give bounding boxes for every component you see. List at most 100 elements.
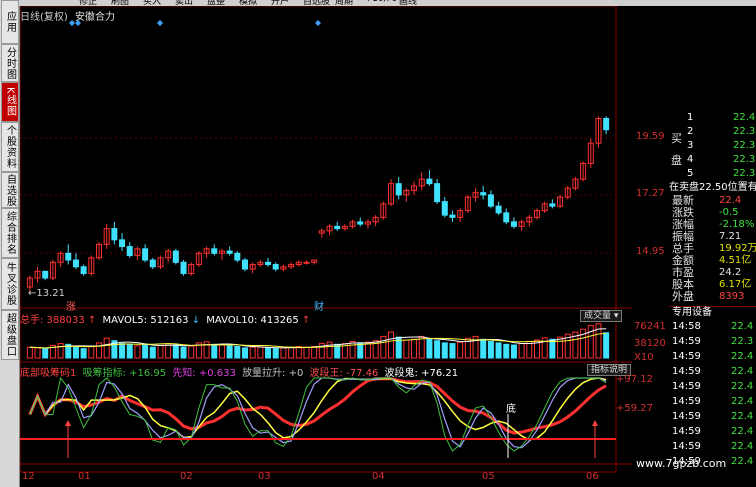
date-axis-label: 01 [78, 471, 91, 482]
tick-row: 14:59 22.4 [669, 396, 756, 407]
date-axis-label: 02 [180, 471, 193, 482]
indicator-item: 吸筹指标: +16.95 [82, 368, 167, 379]
date-axis-label: 04 [372, 471, 385, 482]
up-arrow-icon [65, 420, 71, 426]
tick-row: 14:59 22.4 [669, 381, 756, 392]
buy-level: 4 [687, 154, 694, 165]
volume-bar [242, 347, 248, 359]
tick-time: 14:59 [672, 396, 701, 407]
tick-price: 22.4 [731, 351, 754, 362]
signal-diamond-icon [315, 20, 321, 26]
sidebar-tab[interactable]: 分时图 [1, 44, 19, 82]
cai-marker: 财 [314, 302, 324, 313]
sidebar-tab[interactable]: 超级盘口 [1, 310, 19, 360]
tick-row: 14:59 22.4 [669, 426, 756, 437]
volume-bar [418, 335, 425, 359]
tick-price: 22.3 [731, 336, 754, 347]
volume-bar [265, 347, 272, 359]
stat-row: 金额 4.51亿 [669, 255, 756, 266]
arrow-up-icon: ↑ [301, 315, 311, 326]
volume-bar [449, 343, 456, 359]
volume-bar [119, 343, 126, 359]
up-arrow-icon [592, 420, 598, 426]
indicator-header: 底部吸筹码1 吸筹指标: +16.95 先知: +0.633 放量拉升: +0 … [20, 364, 458, 379]
volume-bar [549, 338, 556, 359]
candle-body [226, 250, 233, 254]
candle-body [495, 205, 502, 214]
chart-svg [20, 6, 632, 473]
candle-body [72, 259, 79, 268]
stat-key: 总手 [672, 242, 694, 255]
volume-bar [126, 344, 133, 359]
volume-type-label: 成交量 [584, 311, 612, 321]
tick-row: 14:59 22.4 [669, 411, 756, 422]
candle-body [80, 266, 87, 275]
price-axis-label: 14.95 [636, 246, 665, 257]
volume-bar [311, 345, 318, 359]
stat-value: 4.51亿 [719, 255, 752, 266]
volume-axis-label: 38120 [634, 338, 666, 349]
stat-value: -2.18% [719, 219, 755, 230]
sidebar-tab[interactable]: 综合排名 [1, 208, 19, 258]
volume-bar [557, 336, 564, 359]
candle-body [42, 270, 49, 279]
stat-key: 振幅 [672, 230, 694, 243]
volume-bar [103, 337, 110, 359]
volume-bar [518, 343, 525, 359]
volume-bar [434, 340, 441, 359]
stat-value: 8393 [719, 291, 745, 302]
candle-body [126, 246, 133, 257]
buy-price: 22.3 [733, 140, 756, 151]
buy-price: 22.3 [733, 126, 756, 137]
top-menu-item[interactable]: F10/F9 [367, 0, 398, 4]
stat-value: -0.5 [719, 207, 739, 218]
indicator-item: 波段鬼: +76.21 [384, 368, 459, 379]
sidebar-tab[interactable]: 自选股 [1, 172, 19, 208]
volume-bar [226, 345, 233, 359]
kline-chart-area[interactable]: 日线(复权) 安徽合力 19.59 17.27 14.95 ←13.21 涨 财… [20, 6, 666, 482]
indicator-name: 底部吸筹码1 [20, 368, 77, 379]
tick-price: 22.4 [731, 381, 754, 392]
volume-bar [142, 343, 149, 359]
indicator-item: 先知: +0.633 [172, 368, 236, 379]
mavol10: MAVOL10: 413265 [206, 315, 299, 326]
candle-body [272, 264, 279, 270]
volume-bar [57, 343, 64, 359]
date-axis-label: 06 [586, 471, 599, 482]
tick-time: 14:59 [672, 381, 701, 392]
volume-bar [426, 338, 433, 359]
sidebar-tab[interactable]: 个股资料 [1, 122, 19, 172]
stat-key: 涨幅 [672, 218, 694, 231]
stat-key: 金额 [672, 254, 694, 267]
volume-bar [72, 346, 79, 359]
signal-diamond-icon [157, 20, 163, 26]
candle-body [480, 192, 487, 196]
candle-body [441, 201, 448, 216]
tick-time: 14:58 [672, 321, 701, 332]
stat-value: 7.21 [719, 231, 742, 242]
price-axis-label: 17.27 [636, 188, 665, 199]
tick-time: 14:59 [672, 366, 701, 377]
volume-bar [280, 347, 287, 359]
candle-body [211, 248, 218, 254]
candle-body [119, 239, 126, 248]
tick-row: 14:59 22.4 [669, 366, 756, 377]
volume-bar [88, 345, 95, 359]
stat-value: 19.92万 [719, 243, 756, 254]
volume-axis-label: 76241 [634, 321, 666, 332]
candle-body [603, 117, 610, 131]
sidebar-tab[interactable]: 牛叉诊股 [1, 258, 19, 310]
sidebar-tab[interactable]: 应用 [1, 0, 19, 44]
sidebar-tab[interactable]: K线图 [1, 82, 19, 122]
volume-bar [234, 345, 241, 359]
volume-bar [457, 341, 464, 359]
sidebar: 应用 分时图 K线图 个股资料 自选股 综合排名 牛叉诊股 超级盘口 [0, 0, 20, 487]
volume-bar [603, 332, 610, 359]
volume-bar [587, 325, 594, 359]
volume-type-button[interactable]: 成交量 ▾ [580, 310, 623, 322]
volume-bar [211, 343, 218, 359]
volume-bar [495, 342, 502, 359]
tick-time: 14:59 [672, 411, 701, 422]
tick-price: 22.4 [731, 411, 754, 422]
candle-body [180, 261, 187, 275]
